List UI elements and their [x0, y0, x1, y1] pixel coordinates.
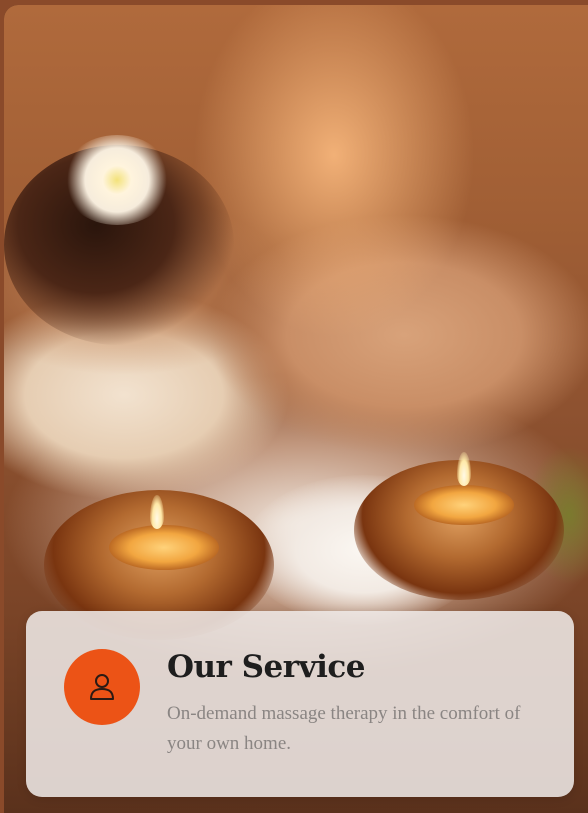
photo-candle-right-wax [414, 485, 514, 525]
photo-flame-right [457, 452, 471, 486]
user-icon [90, 674, 114, 700]
photo-flower [62, 135, 172, 225]
service-info-panel: Our Service On-demand massage therapy in… [26, 611, 574, 797]
service-title: Our Service [167, 649, 366, 685]
service-description: On-demand massage therapy in the comfort… [167, 703, 521, 754]
service-icon-badge [64, 649, 140, 725]
photo-candle-left-wax [109, 525, 219, 570]
